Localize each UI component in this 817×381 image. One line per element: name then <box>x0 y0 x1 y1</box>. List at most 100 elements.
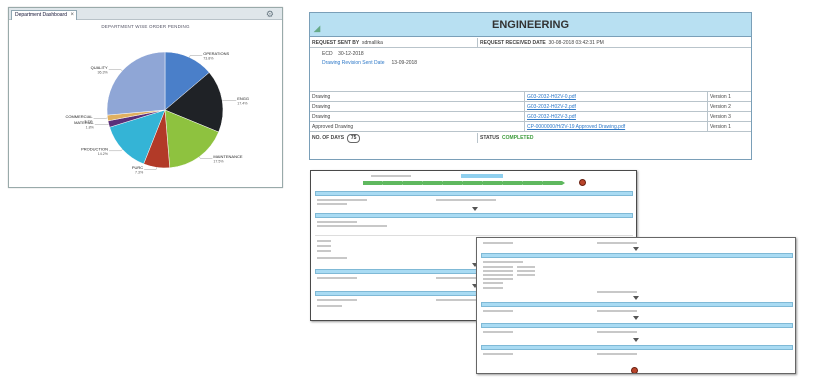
summary-row: NO. OF DAYS 75 STATUS COMPLETED <box>310 133 751 143</box>
workflow-text <box>517 266 535 268</box>
flow-arrow-icon <box>633 338 639 342</box>
drawing-revision-value: 13-09-2018 <box>391 60 418 66</box>
pie-chart: OPERATIONS73.8% ENGG17.4% MAINTENANCE17.5%… <box>65 51 249 174</box>
workflow-text <box>597 331 637 333</box>
workflow-step <box>483 181 505 185</box>
workflow-header-text <box>371 175 411 177</box>
workflow-text <box>317 299 357 301</box>
workflow-end-icon <box>631 367 638 373</box>
pie-label: PRODUCTION <box>81 146 108 151</box>
workflow-text <box>483 274 513 276</box>
workflow-text <box>483 331 513 333</box>
workflow-step <box>543 181 565 185</box>
file-type: Approved Drawing <box>312 124 354 130</box>
pie-leader-line <box>109 149 123 151</box>
no-of-days-label: NO. OF DAYS <box>312 135 345 141</box>
workflow-header-bar <box>461 174 503 178</box>
pie-label: ENGG <box>237 96 249 101</box>
workflow-step <box>383 181 405 185</box>
workflow-text <box>317 250 331 252</box>
pie-leader-line <box>144 167 157 170</box>
workflow-text <box>483 261 523 263</box>
workflow-screenshot-2 <box>476 237 796 374</box>
request-sent-by-value: sdmallika <box>362 40 383 46</box>
file-link[interactable]: G03-2032-H02V-3.pdf <box>524 112 707 121</box>
workflow-text <box>436 199 496 201</box>
request-sent-by-cell: REQUEST SENT BY sdmallika <box>310 38 477 47</box>
engineering-panel: ◢ ENGINEERING REQUEST SENT BY sdmallika … <box>309 12 752 160</box>
workflow-section <box>481 345 793 350</box>
workflow-text <box>317 203 347 205</box>
request-received-value: 30-08-2018 03:42:31 PM <box>548 40 604 46</box>
workflow-section <box>481 302 793 307</box>
drawing-revision-label: Drawing Revision Sent Date <box>322 60 385 66</box>
request-received-cell: REQUEST RECEIVED DATE 30-08-2018 03:42:3… <box>477 38 753 47</box>
pie-value-label: 36.3% <box>98 70 109 74</box>
ecd-value: 30-12-2018 <box>338 51 364 57</box>
workflow-text <box>483 310 513 312</box>
pie-leader-line <box>199 156 213 159</box>
file-version: Version 2 <box>707 102 753 111</box>
workflow-text <box>597 291 637 293</box>
pie-slice-quality[interactable] <box>106 51 166 116</box>
workflow-text <box>317 277 357 279</box>
file-row: Drawing G03-2032-H02V-0.pdf Version 1 <box>310 92 751 102</box>
dashboard-window: Department Dashboard × ⚙ DEPARTMENT WISE… <box>8 7 283 188</box>
drawing-revision-cell: Drawing Revision Sent Date 13-09-2018 <box>320 58 417 68</box>
workflow-section <box>481 323 793 328</box>
workflow-text <box>483 287 503 289</box>
workflow-text <box>483 278 513 280</box>
workflow-end-icon <box>579 179 586 186</box>
workflow-text <box>483 242 513 244</box>
flow-arrow-icon <box>472 207 478 211</box>
workflow-text <box>517 270 535 272</box>
status-cell: STATUS COMPLETED <box>477 133 753 143</box>
no-of-days-cell: NO. OF DAYS 75 <box>310 133 477 143</box>
workflow-steps <box>363 181 565 185</box>
pie-value-label: 73.8% <box>203 57 214 61</box>
workflow-step <box>403 181 425 185</box>
pie-leader-line <box>108 69 123 71</box>
pie-value-label: 17.5% <box>213 159 224 163</box>
no-of-days-badge: 75 <box>346 134 361 143</box>
workflow-text <box>483 270 513 272</box>
workflow-text <box>483 353 513 355</box>
files-table: Drawing G03-2032-H02V-0.pdf Version 1 Dr… <box>310 91 751 143</box>
file-row: Drawing G03-2032-H02V-3.pdf Version 3 <box>310 112 751 122</box>
file-type: Drawing <box>312 114 331 120</box>
file-type: Drawing <box>312 94 331 100</box>
flow-arrow-icon <box>633 316 639 320</box>
workflow-text <box>317 245 331 247</box>
divider <box>315 235 633 236</box>
file-type: Drawing <box>312 104 331 110</box>
file-link[interactable]: CP-0000000/H/2V-19 Approved Drawing.pdf <box>524 122 707 131</box>
file-link[interactable]: G03-2032-H02V-2.pdf <box>524 102 707 111</box>
workflow-text <box>597 353 637 355</box>
workflow-text <box>483 266 513 268</box>
pie-label: QUALITY <box>91 65 108 70</box>
file-link[interactable]: G03-2032-H02V-0.pdf <box>524 92 707 101</box>
workflow-step <box>523 181 545 185</box>
status-value: COMPLETED <box>502 135 534 141</box>
pie-label: OPERATIONS <box>203 51 229 56</box>
pie-value-label: 7.3% <box>135 170 144 174</box>
workflow-text <box>517 274 535 276</box>
workflow-step <box>463 181 485 185</box>
workflow-step <box>443 181 465 185</box>
workflow-text <box>317 257 347 259</box>
workflow-text <box>483 282 503 284</box>
pie-value-label: 1.8% <box>86 126 95 130</box>
workflow-step <box>363 181 385 185</box>
workflow-text <box>317 225 387 227</box>
workflow-text <box>317 221 357 223</box>
workflow-text <box>597 242 637 244</box>
workflow-text <box>317 305 342 307</box>
ecd-label: ECD <box>322 51 333 57</box>
flow-arrow-icon <box>633 296 639 300</box>
pie-value-label: 3.1% <box>84 119 93 123</box>
pie-value-label: 14.2% <box>98 152 109 156</box>
pie-leader-line <box>189 55 203 58</box>
file-version: Version 1 <box>707 92 753 101</box>
workflow-text <box>317 240 331 242</box>
flow-arrow-icon <box>633 247 639 251</box>
